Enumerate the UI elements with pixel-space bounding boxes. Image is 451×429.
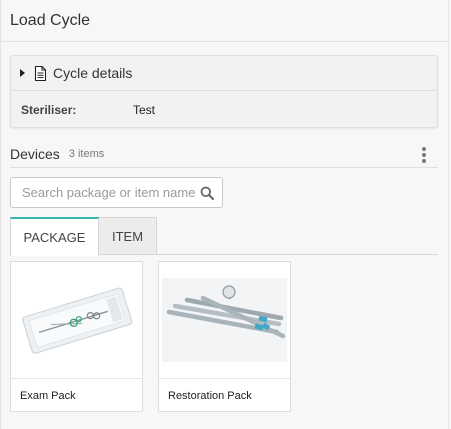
exam-pack-image xyxy=(11,262,142,379)
devices-count: 3 items xyxy=(68,148,105,160)
cycle-details-toggle[interactable]: Cycle details xyxy=(11,56,437,91)
device-tabs: PACKAGE ITEM xyxy=(10,217,438,256)
card-label-restoration-pack: Restoration Pack xyxy=(168,389,252,402)
devices-header: Devices 3 items xyxy=(10,141,438,168)
card-label-exam-pack: Exam Pack xyxy=(20,389,76,402)
page-title: Load Cycle xyxy=(10,11,91,29)
restoration-pack-image xyxy=(159,262,290,379)
load-cycle-panel: Load Cycle Cycle details Steriliser: Tes… xyxy=(0,0,449,429)
steriliser-row: Steriliser: Test xyxy=(11,91,437,128)
caret-right-icon xyxy=(20,69,25,77)
tab-item[interactable]: ITEM xyxy=(99,217,157,255)
cycle-details-box: Cycle details Steriliser: Test xyxy=(10,55,438,128)
search-icon[interactable] xyxy=(200,186,214,200)
package-card-exam-pack[interactable]: Exam Pack xyxy=(10,261,143,412)
tab-package[interactable]: PACKAGE xyxy=(10,217,99,256)
steriliser-key: Steriliser: xyxy=(21,102,77,117)
package-card-restoration-pack[interactable]: Restoration Pack xyxy=(158,261,291,412)
steriliser-value: Test xyxy=(133,102,156,117)
devices-title: Devices xyxy=(10,146,60,162)
panel-header: Load Cycle xyxy=(1,0,448,42)
search-box xyxy=(10,177,223,208)
kebab-menu-icon[interactable] xyxy=(420,147,428,163)
cycle-details-label: Cycle details xyxy=(53,65,133,81)
document-icon xyxy=(34,65,47,81)
search-input[interactable] xyxy=(11,178,196,207)
